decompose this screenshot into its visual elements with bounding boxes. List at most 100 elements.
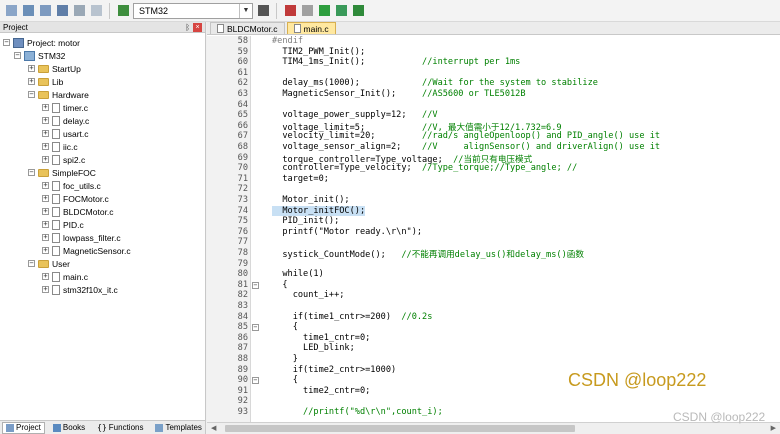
expand-icon[interactable]: + [42,104,49,111]
collapse-icon[interactable]: − [3,39,10,46]
expand-icon[interactable]: + [42,195,49,202]
batch-build-icon[interactable] [55,4,69,18]
code-line[interactable]: 66 voltage_limit=5; //V, 最大值需小于12/1.732=… [207,121,780,133]
target-options-icon[interactable] [116,4,130,18]
target-select[interactable]: STM32 ▼ [133,2,253,19]
tab-templates[interactable]: Templates [151,422,205,434]
code-line[interactable]: 76 printf("Motor ready.\r\n"); [207,227,780,238]
tree-file[interactable]: + foc_utils.c [42,179,101,192]
tab-project[interactable]: Project [2,421,45,434]
collapse-icon[interactable]: − [28,169,35,176]
tree-group-startup[interactable]: + StartUp [28,62,81,75]
tree-group-hardware[interactable]: − Hardware [28,88,89,101]
code-line[interactable]: 79 [207,259,780,270]
expand-icon[interactable]: + [42,117,49,124]
expand-icon[interactable]: + [42,156,49,163]
scrollbar-thumb[interactable] [225,425,575,432]
close-icon[interactable]: × [193,22,202,32]
code-line[interactable]: 71 target=0; [207,174,780,185]
code-line[interactable]: 92 [207,396,780,407]
tree-file[interactable]: + usart.c [42,127,89,140]
build-icon[interactable] [21,4,35,18]
code-line[interactable]: 81− { [207,280,780,291]
fold-toggle-icon[interactable]: − [252,324,259,332]
tree-group-simplefoc[interactable]: − SimpleFOC [28,166,96,179]
code-line[interactable]: 87 LED_blink; [207,343,780,354]
tree-file[interactable]: + BLDCMotor.c [42,205,114,218]
code-line[interactable]: 77 [207,237,780,248]
code-line[interactable]: 85− { [207,322,780,333]
collapse-icon[interactable]: − [28,91,35,98]
code-line[interactable]: 62 delay_ms(1000); //Wait for the system… [207,78,780,89]
code-line[interactable]: 68 voltage_sensor_align=2; //V alignSens… [207,142,780,153]
code-line[interactable]: 82 count_i++; [207,290,780,301]
tree-file[interactable]: + MagneticSensor.c [42,244,131,257]
collapse-icon[interactable]: − [28,260,35,267]
scroll-right-icon[interactable]: ▶ [771,424,776,432]
expand-icon[interactable]: + [42,130,49,137]
tree-file[interactable]: + stm32f10x_it.c [42,283,118,296]
fold-toggle-icon[interactable]: − [252,282,259,289]
tree-group-user[interactable]: − User [28,257,70,270]
expand-icon[interactable]: + [42,143,49,150]
tab-functions[interactable]: {} Functions [93,422,147,434]
code-line[interactable]: 73 Motor_init(); [207,195,780,206]
expand-icon[interactable]: + [42,273,49,280]
translate-icon[interactable] [4,4,18,18]
tree-target[interactable]: − STM32 [14,49,65,62]
code-line[interactable]: 69 torque_controller=Type_voltage; //当前只… [207,153,780,165]
file-extensions-icon[interactable] [300,4,314,18]
tree-file[interactable]: + PID.c [42,218,84,231]
tab-main-c[interactable]: main.c [286,22,336,34]
scroll-left-icon[interactable]: ◀ [211,424,216,432]
runtime-env-icon[interactable] [334,4,348,18]
expand-icon[interactable]: + [42,247,49,254]
expand-icon[interactable]: + [42,182,49,189]
code-line[interactable]: 58 #endif [207,36,780,47]
expand-icon[interactable]: + [42,221,49,228]
code-line[interactable]: 59 TIM2_PWM_Init(); [207,47,780,58]
code-line[interactable]: 61 [207,68,780,79]
expand-icon[interactable]: + [42,234,49,241]
rebuild-icon[interactable] [38,4,52,18]
code-line[interactable]: 65 voltage_power_supply=12; //V [207,110,780,121]
code-line[interactable]: 67 velocity_limit=20; //rad/s angleOpenl… [207,131,780,142]
tree-file[interactable]: + iic.c [42,140,78,153]
tree-file[interactable]: + delay.c [42,114,89,127]
code-line[interactable]: 64 [207,100,780,111]
expand-icon[interactable]: + [28,78,35,85]
collapse-icon[interactable]: − [14,52,21,59]
code-area[interactable]: 58 #endif 59 TIM2_PWM_Init(); 60 TIM4_1ms_I… [207,36,780,422]
code-line[interactable]: 78 systick_CountMode(); //不能再调用delay_us(… [207,248,780,260]
code-line[interactable]: 74 Motor_initFOC(); [207,205,780,217]
tree-group-lib[interactable]: + Lib [28,75,63,88]
code-line[interactable]: 83 [207,301,780,312]
pack-installer-icon[interactable] [317,4,331,18]
expand-icon[interactable]: + [28,65,35,72]
stop-build-icon[interactable] [72,4,86,18]
code-line[interactable]: 72 [207,184,780,195]
code-line[interactable]: 84 if(time1_cntr>=200) //0.2s [207,312,780,323]
expand-icon[interactable]: + [42,208,49,215]
code-line[interactable]: 86 time1_cntr=0; [207,333,780,344]
code-line[interactable]: 70 controller=Type_velocity; //Type_torq… [207,163,780,174]
tree-file[interactable]: + lowpass_filter.c [42,231,121,244]
code-line[interactable]: 63 MagneticSensor_Init(); //AS5600 or TL… [207,89,780,100]
select-packs-icon[interactable] [351,4,365,18]
tree-file[interactable]: + spi2.c [42,153,85,166]
expand-icon[interactable]: + [42,286,49,293]
fold-toggle-icon[interactable]: − [252,377,259,385]
pin-icon[interactable]: ᛒ [185,23,190,32]
tree-file[interactable]: + main.c [42,270,88,283]
download-icon[interactable] [89,4,103,18]
code-line[interactable]: 60 TIM4_1ms_Init(); //interrupt per 1ms [207,57,780,68]
tree-file[interactable]: + FOCMotor.c [42,192,109,205]
tree-file[interactable]: + timer.c [42,101,88,114]
code-line[interactable]: 80 while(1) [207,269,780,280]
options-wand-icon[interactable] [256,4,270,18]
manage-components-icon[interactable] [283,4,297,18]
tab-books[interactable]: Books [49,422,89,434]
tree-root[interactable]: − Project: motor [3,36,80,49]
code-line[interactable]: 75 PID_init(); [207,216,780,227]
tab-bldcmotor-c[interactable]: BLDCMotor.c [210,22,285,34]
